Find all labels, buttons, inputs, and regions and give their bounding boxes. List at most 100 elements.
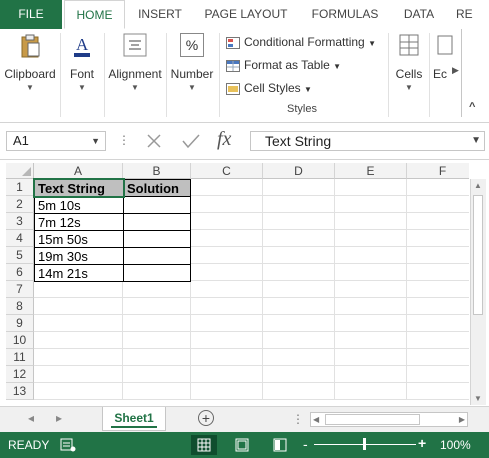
tab-review[interactable]: RE xyxy=(456,0,480,29)
grid-cell[interactable] xyxy=(407,179,469,196)
grid-cell[interactable] xyxy=(191,383,263,400)
grid-cell[interactable] xyxy=(407,315,469,332)
normal-view-button[interactable] xyxy=(191,435,217,455)
conditional-formatting-button[interactable]: Conditional Formatting ▼ xyxy=(226,32,376,52)
grid-cell[interactable] xyxy=(263,230,335,247)
prev-sheet-icon[interactable]: ◂ xyxy=(28,411,34,425)
scroll-right-icon[interactable]: ▶ xyxy=(459,415,465,424)
grid-cell[interactable] xyxy=(123,281,191,298)
grid-cell[interactable] xyxy=(407,349,469,366)
row-header[interactable]: 3 xyxy=(6,213,34,230)
select-all-button[interactable] xyxy=(6,163,34,179)
grid-cell[interactable] xyxy=(407,332,469,349)
grid-cell[interactable] xyxy=(123,298,191,315)
cells-button[interactable]: Cells ▼ xyxy=(391,33,427,92)
tab-file[interactable]: FILE xyxy=(0,0,62,29)
scroll-left-icon[interactable]: ◀ xyxy=(313,415,319,424)
grid-cell[interactable] xyxy=(407,247,469,264)
grid-cell[interactable] xyxy=(191,366,263,383)
grid-cell[interactable] xyxy=(34,332,123,349)
grid-cell[interactable] xyxy=(34,383,123,400)
grid-cell[interactable] xyxy=(191,230,263,247)
row-header[interactable]: 11 xyxy=(6,349,34,366)
cancel-icon[interactable] xyxy=(145,133,163,149)
grid-cell[interactable] xyxy=(263,179,335,196)
cell-b1[interactable]: Solution xyxy=(123,179,191,197)
insert-function-button[interactable]: fx xyxy=(217,128,231,151)
cell-a3[interactable]: 7m 12s xyxy=(34,214,124,231)
scroll-down-icon[interactable]: ▼ xyxy=(474,394,482,403)
grid-cell[interactable] xyxy=(191,315,263,332)
cell-styles-button[interactable]: Cell Styles ▼ xyxy=(226,78,312,98)
grid-cell[interactable] xyxy=(407,298,469,315)
grid-cell[interactable] xyxy=(335,332,407,349)
grid-cell[interactable] xyxy=(34,298,123,315)
cell-a5[interactable]: 19m 30s xyxy=(34,248,124,265)
vertical-scrollbar[interactable]: ▲ ▼ xyxy=(470,179,486,405)
grid-cell[interactable] xyxy=(191,213,263,230)
grid-cell[interactable] xyxy=(191,247,263,264)
grid-cell[interactable] xyxy=(263,213,335,230)
grid-cell[interactable] xyxy=(407,366,469,383)
cell-b6[interactable] xyxy=(123,265,191,282)
grid-cell[interactable] xyxy=(335,298,407,315)
clipboard-button[interactable]: Clipboard ▼ xyxy=(2,33,58,92)
grid-cell[interactable] xyxy=(407,281,469,298)
number-button[interactable]: % Number ▼ xyxy=(168,33,216,92)
cell-b3[interactable] xyxy=(123,214,191,231)
grid-cell[interactable] xyxy=(335,247,407,264)
grid-cell[interactable] xyxy=(263,383,335,400)
tab-page-layout[interactable]: PAGE LAYOUT xyxy=(196,0,296,29)
alignment-button[interactable]: Alignment ▼ xyxy=(106,33,164,92)
formula-input[interactable]: Text String ▼ xyxy=(250,131,485,151)
row-header[interactable]: 12 xyxy=(6,366,34,383)
grid-cell[interactable] xyxy=(34,366,123,383)
horizontal-scrollbar[interactable]: ◀ ▶ xyxy=(310,412,468,427)
zoom-in-button[interactable]: + xyxy=(418,435,426,451)
grid-cell[interactable] xyxy=(407,213,469,230)
column-header-c[interactable]: C xyxy=(191,163,263,179)
horizontal-scroll-thumb[interactable] xyxy=(325,414,420,425)
row-header[interactable]: 9 xyxy=(6,315,34,332)
grid-cell[interactable] xyxy=(191,281,263,298)
cell-a4[interactable]: 15m 50s xyxy=(34,231,124,248)
row-header[interactable]: 10 xyxy=(6,332,34,349)
row-header[interactable]: 5 xyxy=(6,247,34,264)
grid-cell[interactable] xyxy=(191,298,263,315)
row-header[interactable]: 6 xyxy=(6,264,34,281)
cell-a6[interactable]: 14m 21s xyxy=(34,265,124,282)
grid-cell[interactable] xyxy=(123,383,191,400)
grid-cell[interactable] xyxy=(191,349,263,366)
grid-cell[interactable] xyxy=(123,315,191,332)
scroll-up-icon[interactable]: ▲ xyxy=(474,181,482,190)
grid-cell[interactable] xyxy=(123,332,191,349)
column-header-a[interactable]: A xyxy=(34,163,123,179)
tab-data[interactable]: DATA xyxy=(396,0,442,29)
row-header[interactable]: 8 xyxy=(6,298,34,315)
grid-cell[interactable] xyxy=(263,315,335,332)
grid-cell[interactable] xyxy=(335,383,407,400)
zoom-slider-thumb[interactable] xyxy=(363,438,366,450)
grid-cell[interactable] xyxy=(407,383,469,400)
column-header-e[interactable]: E xyxy=(335,163,407,179)
row-header[interactable]: 7 xyxy=(6,281,34,298)
grid-cell[interactable] xyxy=(263,298,335,315)
grid-cell[interactable] xyxy=(263,247,335,264)
cell-b5[interactable] xyxy=(123,248,191,265)
column-header-b[interactable]: B xyxy=(123,163,191,179)
grid-cell[interactable] xyxy=(335,196,407,213)
grid-cell[interactable] xyxy=(335,349,407,366)
column-header-d[interactable]: D xyxy=(263,163,335,179)
grid-cell[interactable] xyxy=(407,264,469,281)
page-break-view-button[interactable] xyxy=(267,435,293,455)
grid-cell[interactable] xyxy=(335,366,407,383)
grid-cell[interactable] xyxy=(335,264,407,281)
grid-cell[interactable] xyxy=(335,315,407,332)
grid-cell[interactable] xyxy=(335,213,407,230)
row-header[interactable]: 1 xyxy=(6,179,34,196)
enter-check-icon[interactable] xyxy=(181,133,201,149)
row-header[interactable]: 13 xyxy=(6,383,34,400)
grid-cell[interactable] xyxy=(34,315,123,332)
grid-cell[interactable] xyxy=(191,264,263,281)
cell-a2[interactable]: 5m 10s xyxy=(34,197,124,214)
